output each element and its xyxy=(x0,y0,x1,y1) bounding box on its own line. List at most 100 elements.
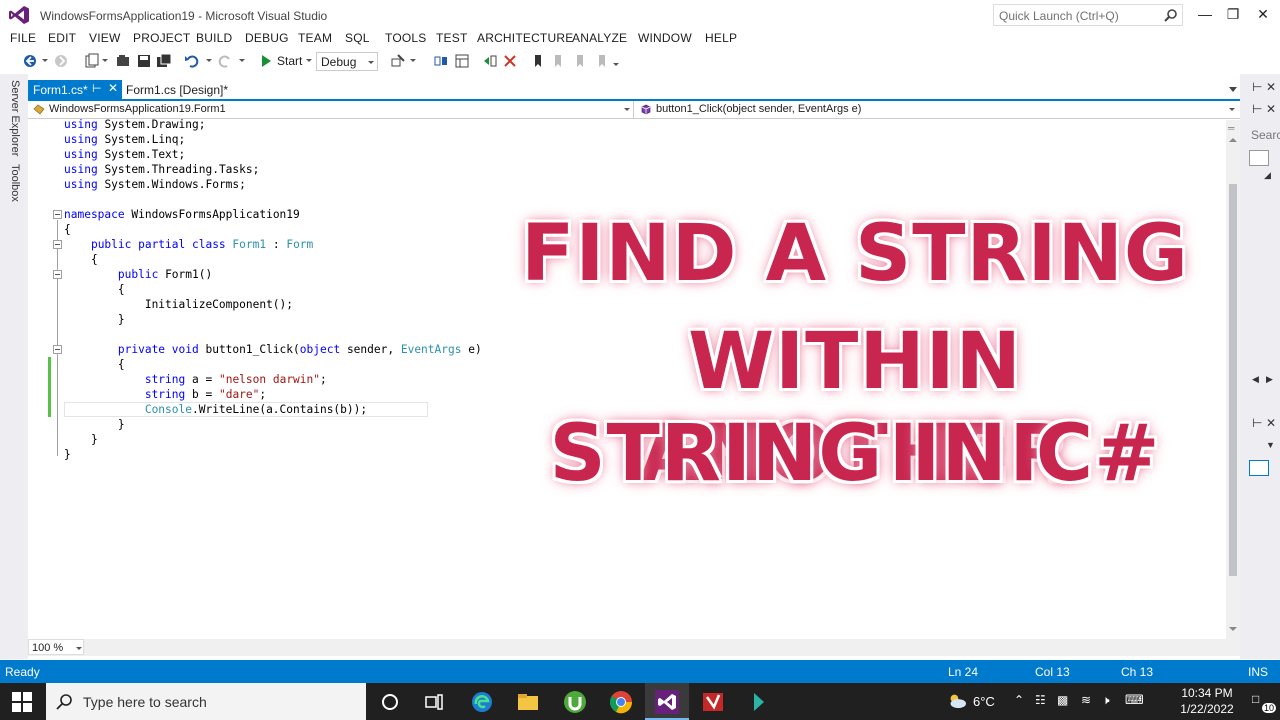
menu-architecture[interactable]: ARCHITECTURE xyxy=(477,31,573,45)
menu-tools[interactable]: TOOLS xyxy=(385,31,426,45)
menu-help[interactable]: HELP xyxy=(705,31,737,45)
bookmark-icon[interactable] xyxy=(530,53,546,69)
toolbox-tab[interactable]: Toolbox xyxy=(9,164,21,202)
undo-icon[interactable] xyxy=(184,53,200,69)
navigate-back-icon[interactable] xyxy=(22,53,38,69)
utorrent-icon[interactable] xyxy=(562,689,588,715)
scrollbar-thumb[interactable] xyxy=(1229,184,1237,576)
navigate-forward-icon[interactable] xyxy=(53,53,69,69)
close-button[interactable]: ✕ xyxy=(1250,4,1276,24)
chevron-down-icon[interactable] xyxy=(206,59,212,62)
quick-launch-input[interactable]: Quick Launch (Ctrl+Q) xyxy=(993,4,1183,26)
taskbar-visual-studio-active[interactable] xyxy=(645,683,689,720)
restore-button[interactable]: ❐ xyxy=(1220,4,1246,24)
bookmark-disable-icon[interactable] xyxy=(594,53,610,69)
close-icon[interactable]: ✕ xyxy=(1266,80,1276,94)
bookmark-clear-icon[interactable] xyxy=(502,53,518,69)
arrow-right-icon[interactable]: ▶ xyxy=(1266,374,1273,385)
volume-icon[interactable]: 🕨 xyxy=(1102,693,1116,707)
categorized-view-icon[interactable] xyxy=(1249,460,1269,476)
windows-start-icon[interactable] xyxy=(12,692,32,712)
chevron-down-icon[interactable] xyxy=(42,59,48,62)
chevron-down-icon[interactable] xyxy=(306,59,312,62)
collapse-class-icon[interactable] xyxy=(53,240,62,249)
collapse-arrow-icon[interactable]: ◢ xyxy=(1264,170,1271,181)
code-line: { xyxy=(64,223,71,236)
bookmark-prev-icon[interactable] xyxy=(482,53,498,69)
attach-process-icon[interactable] xyxy=(390,53,406,69)
menu-window[interactable]: WINDOW xyxy=(638,31,692,45)
new-project-icon[interactable] xyxy=(84,53,100,69)
toolbar-overflow-icon[interactable] xyxy=(613,63,619,66)
close-icon[interactable]: ✕ xyxy=(1266,102,1276,116)
chrome-icon[interactable] xyxy=(608,689,634,715)
collapse-method-icon[interactable] xyxy=(53,345,62,354)
solution-configuration-select[interactable]: Debug xyxy=(316,52,378,71)
close-icon[interactable]: ✕ xyxy=(1266,416,1276,430)
menu-team[interactable]: TEAM xyxy=(298,31,332,45)
pin-icon[interactable]: ⊢ xyxy=(1252,416,1262,430)
member-dropdown[interactable]: button1_Click(object sender, EventArgs e… xyxy=(635,101,1240,118)
weather-cloud-icon[interactable] xyxy=(946,692,968,710)
task-view-icon[interactable] xyxy=(421,689,447,715)
clock-date[interactable]: 1/22/2022 xyxy=(1172,702,1242,716)
menu-edit[interactable]: EDIT xyxy=(48,31,76,45)
open-file-icon[interactable] xyxy=(115,53,131,69)
start-debugging-icon[interactable] xyxy=(258,53,274,69)
menu-analyze[interactable]: ANALYZE xyxy=(572,31,627,45)
solution-explorer-icon[interactable] xyxy=(433,53,449,69)
zoom-select[interactable]: 100 % xyxy=(28,639,84,655)
clock-time[interactable]: 10:34 PM xyxy=(1172,686,1242,700)
title-bar: WindowsFormsApplication19 - Microsoft Vi… xyxy=(0,0,1280,30)
cortana-icon[interactable] xyxy=(377,689,403,715)
close-icon[interactable]: ✕ xyxy=(108,81,118,95)
show-hidden-icons-icon[interactable]: ⌃ xyxy=(1014,693,1028,707)
filezilla-icon[interactable] xyxy=(700,689,726,715)
weather-temperature[interactable]: 6°C xyxy=(973,694,995,709)
scroll-down-icon[interactable] xyxy=(1229,627,1237,631)
redo-icon[interactable] xyxy=(217,53,233,69)
usb-device-icon[interactable]: ☷ xyxy=(1035,693,1049,707)
menu-sql[interactable]: SQL xyxy=(345,31,370,45)
edge-browser-icon[interactable] xyxy=(469,689,495,715)
arrow-left-icon[interactable]: ◀ xyxy=(1252,374,1259,385)
class-dropdown[interactable]: WindowsFormsApplication19.Form1 xyxy=(28,101,634,118)
collapse-constructor-icon[interactable] xyxy=(53,270,62,279)
split-editor-icon[interactable]: ═ xyxy=(1228,123,1236,133)
chevron-down-icon[interactable]: ▼ xyxy=(1266,440,1275,450)
server-explorer-tab[interactable]: Server Explorer xyxy=(9,80,21,156)
properties-icon[interactable] xyxy=(1249,150,1269,166)
tab-dropdown-icon[interactable] xyxy=(1229,87,1237,92)
menu-test[interactable]: TEST xyxy=(436,31,467,45)
scroll-up-icon[interactable] xyxy=(1229,138,1237,142)
menu-build[interactable]: BUILD xyxy=(196,31,232,45)
menu-debug[interactable]: DEBUG xyxy=(245,31,289,45)
save-all-icon[interactable] xyxy=(156,53,172,69)
keyboard-icon[interactable]: ⌨ xyxy=(1125,692,1144,707)
wifi-icon[interactable]: ≋ xyxy=(1081,693,1095,707)
chevron-down-icon[interactable] xyxy=(239,59,245,62)
chevron-down-icon[interactable] xyxy=(410,59,416,62)
network-device-icon[interactable]: ▩ xyxy=(1057,693,1071,707)
minimize-button[interactable]: — xyxy=(1192,4,1218,24)
pin-icon[interactable]: ⊢ xyxy=(92,82,102,95)
class-view-icon[interactable] xyxy=(454,53,470,69)
pin-icon[interactable]: ⊢ xyxy=(1252,80,1262,94)
start-button[interactable]: Start xyxy=(277,54,302,72)
bookmark-next-icon[interactable] xyxy=(550,53,566,69)
vertical-scrollbar[interactable] xyxy=(1226,120,1240,639)
collapse-namespace-icon[interactable] xyxy=(53,210,62,219)
taskbar-search-input[interactable]: Type here to search xyxy=(46,683,366,720)
chevron-down-icon[interactable] xyxy=(102,59,108,62)
app-launcher-icon[interactable] xyxy=(745,689,771,715)
solution-search-input[interactable]: Searc xyxy=(1251,128,1280,142)
tab-form1-design[interactable]: Form1.cs [Design]* xyxy=(124,80,264,99)
menu-project[interactable]: PROJECT xyxy=(133,31,190,45)
bookmark-folder-icon[interactable] xyxy=(572,53,588,69)
menu-view[interactable]: VIEW xyxy=(89,31,120,45)
menu-file[interactable]: FILE xyxy=(10,31,36,45)
file-explorer-icon[interactable] xyxy=(515,689,541,715)
tab-form1-cs[interactable]: Form1.cs* ⊢ ✕ xyxy=(28,80,122,99)
pin-icon[interactable]: ⊢ xyxy=(1252,102,1262,116)
save-icon[interactable] xyxy=(136,53,152,69)
